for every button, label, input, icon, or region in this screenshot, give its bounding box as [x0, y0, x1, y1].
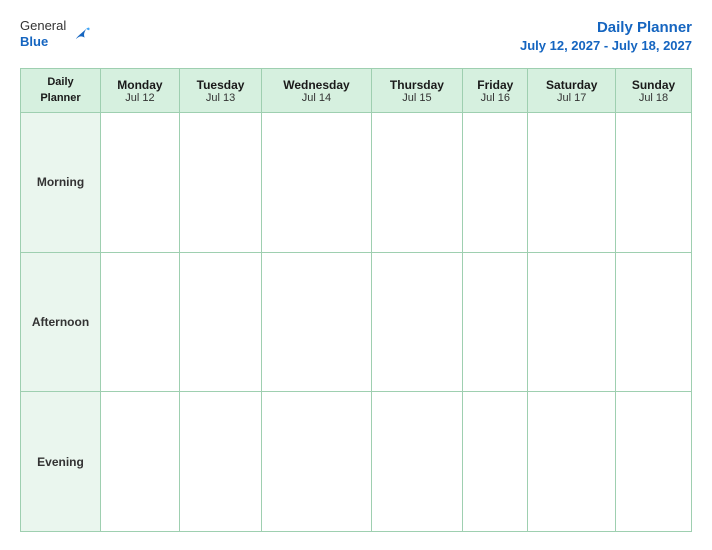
table-cell[interactable] — [179, 252, 261, 392]
table-cell[interactable] — [528, 252, 616, 392]
table-header-col: FridayJul 16 — [463, 69, 528, 113]
page-title: Daily Planner — [520, 18, 692, 38]
table-header-first: DailyPlanner — [21, 69, 101, 113]
table-cell[interactable] — [371, 252, 462, 392]
row-label: Afternoon — [21, 252, 101, 392]
logo: General Blue — [20, 18, 92, 49]
page-header: General Blue Daily Planner July 12, 2027… — [20, 18, 692, 54]
table-cell[interactable] — [101, 252, 180, 392]
planner-table: DailyPlanner MondayJul 12TuesdayJul 13We… — [20, 68, 692, 532]
table-row: Morning — [21, 113, 692, 253]
table-header-col: SundayJul 18 — [616, 69, 692, 113]
logo-general: General — [20, 18, 66, 34]
row-label: Morning — [21, 113, 101, 253]
table-cell[interactable] — [101, 113, 180, 253]
table-cell[interactable] — [262, 392, 371, 532]
table-cell[interactable] — [616, 392, 692, 532]
row-label: Evening — [21, 392, 101, 532]
table-cell[interactable] — [371, 113, 462, 253]
table-header-col: WednesdayJul 14 — [262, 69, 371, 113]
table-cell[interactable] — [463, 392, 528, 532]
title-block: Daily Planner July 12, 2027 - July 18, 2… — [520, 18, 692, 54]
table-cell[interactable] — [463, 113, 528, 253]
table-cell[interactable] — [616, 113, 692, 253]
table-cell[interactable] — [262, 113, 371, 253]
table-cell[interactable] — [463, 252, 528, 392]
table-cell[interactable] — [371, 392, 462, 532]
table-header-col: MondayJul 12 — [101, 69, 180, 113]
logo-bird-icon — [70, 23, 92, 45]
table-cell[interactable] — [179, 113, 261, 253]
table-row: Afternoon — [21, 252, 692, 392]
table-header-col: ThursdayJul 15 — [371, 69, 462, 113]
table-cell[interactable] — [262, 252, 371, 392]
table-cell[interactable] — [528, 392, 616, 532]
table-cell[interactable] — [179, 392, 261, 532]
table-row: Evening — [21, 392, 692, 532]
table-cell[interactable] — [101, 392, 180, 532]
table-cell[interactable] — [616, 252, 692, 392]
table-cell[interactable] — [528, 113, 616, 253]
page-subtitle: July 12, 2027 - July 18, 2027 — [520, 38, 692, 55]
logo-blue: Blue — [20, 34, 66, 50]
table-header-col: SaturdayJul 17 — [528, 69, 616, 113]
table-header-col: TuesdayJul 13 — [179, 69, 261, 113]
